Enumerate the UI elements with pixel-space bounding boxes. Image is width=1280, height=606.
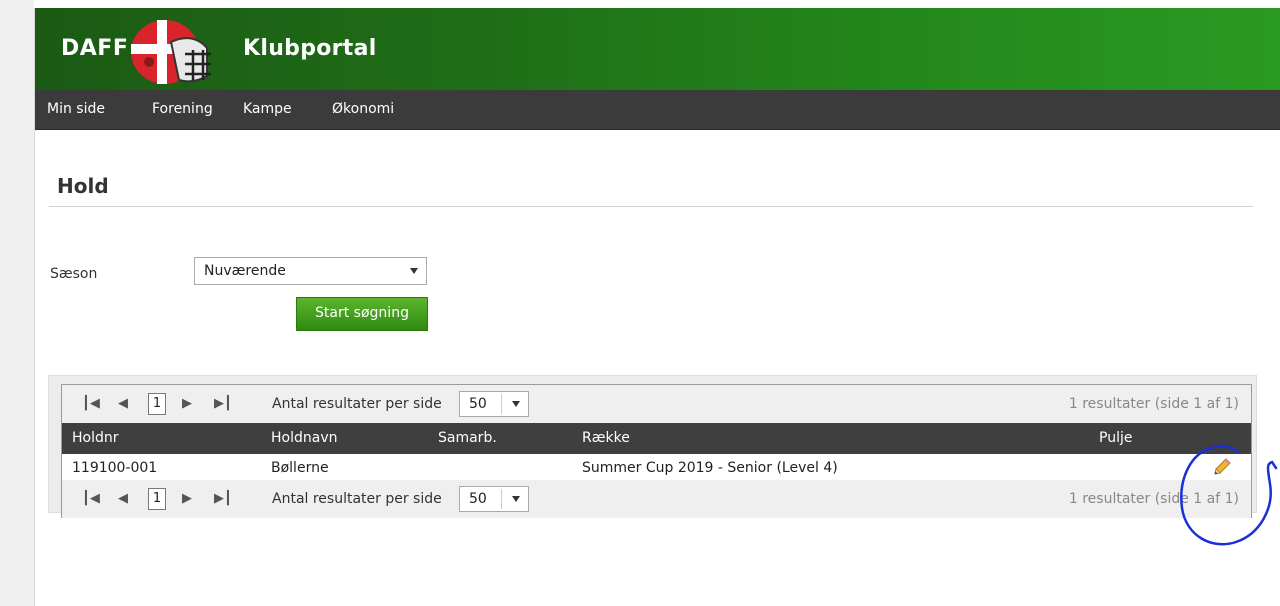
pager-bottom: ┃◀ ◀ 1 ▶ ▶┃ Antal resultater per side 50… [62, 480, 1251, 518]
table-header: Holdnr Holdnavn Samarb. Række Pulje [62, 423, 1251, 454]
football-helmet-logo-icon [131, 20, 211, 84]
results-info: 1 resultater (side 1 af 1) [1068, 396, 1239, 412]
select-separator [501, 394, 502, 414]
page-title: Hold [57, 174, 109, 198]
chevron-down-icon [410, 268, 418, 274]
table-row[interactable]: 119100-001 Bøllerne Summer Cup 2019 - Se… [62, 454, 1251, 480]
season-label: Sæson [50, 266, 98, 282]
brand-klubportal[interactable]: Klubportal [243, 36, 377, 61]
nav-item-forening[interactable]: Forening [152, 101, 213, 117]
page-size-value: 50 [469, 396, 487, 412]
nav-item-kampe[interactable]: Kampe [243, 101, 292, 117]
portal-window: DAFF Klubportal Min side Forening Kampe … [34, 8, 1280, 606]
current-page-indicator[interactable]: 1 [148, 488, 166, 510]
chevron-down-icon [512, 496, 520, 502]
last-page-icon[interactable]: ▶┃ [214, 396, 232, 411]
column-header-raekke[interactable]: Række [582, 430, 630, 446]
cell-holdnavn: Bøllerne [271, 460, 329, 476]
start-search-button[interactable]: Start søgning [296, 297, 428, 331]
next-page-icon[interactable]: ▶ [180, 396, 194, 411]
title-divider [49, 206, 1253, 207]
column-header-holdnr[interactable]: Holdnr [72, 430, 119, 446]
cell-raekke: Summer Cup 2019 - Senior (Level 4) [582, 460, 838, 476]
prev-page-icon[interactable]: ◀ [116, 491, 130, 506]
first-page-icon[interactable]: ┃◀ [82, 396, 100, 411]
season-select[interactable]: Nuværende [194, 257, 427, 285]
next-page-icon[interactable]: ▶ [180, 491, 194, 506]
header-banner: DAFF Klubportal [35, 8, 1280, 90]
page-size-value: 50 [469, 491, 487, 507]
brand-daff[interactable]: DAFF [61, 36, 128, 61]
column-header-holdnavn[interactable]: Holdnavn [271, 430, 337, 446]
left-margin [0, 0, 34, 606]
column-header-pulje[interactable]: Pulje [1099, 430, 1132, 446]
main-navigation: Min side Forening Kampe Økonomi [35, 90, 1280, 130]
last-page-icon[interactable]: ▶┃ [214, 491, 232, 506]
current-page-indicator[interactable]: 1 [148, 393, 166, 415]
cell-holdnr: 119100-001 [72, 460, 158, 476]
prev-page-icon[interactable]: ◀ [116, 396, 130, 411]
results-panel: ┃◀ ◀ 1 ▶ ▶┃ Antal resultater per side 50… [48, 375, 1257, 518]
column-header-samarb[interactable]: Samarb. [438, 430, 497, 446]
page-size-label: Antal resultater per side [272, 491, 442, 507]
results-info: 1 resultater (side 1 af 1) [1068, 491, 1239, 507]
page-size-select[interactable]: 50 [459, 391, 529, 417]
results-grid: ┃◀ ◀ 1 ▶ ▶┃ Antal resultater per side 50… [61, 384, 1252, 518]
nav-item-min-side[interactable]: Min side [47, 101, 105, 117]
pencil-edit-icon[interactable] [1211, 456, 1233, 478]
select-separator [501, 489, 502, 509]
season-selected-value: Nuværende [204, 263, 286, 279]
page-size-label: Antal resultater per side [272, 396, 442, 412]
nav-item-okonomi[interactable]: Økonomi [332, 101, 394, 117]
pager-top: ┃◀ ◀ 1 ▶ ▶┃ Antal resultater per side 50… [62, 385, 1251, 423]
page-size-select[interactable]: 50 [459, 486, 529, 512]
chevron-down-icon [512, 401, 520, 407]
first-page-icon[interactable]: ┃◀ [82, 491, 100, 506]
